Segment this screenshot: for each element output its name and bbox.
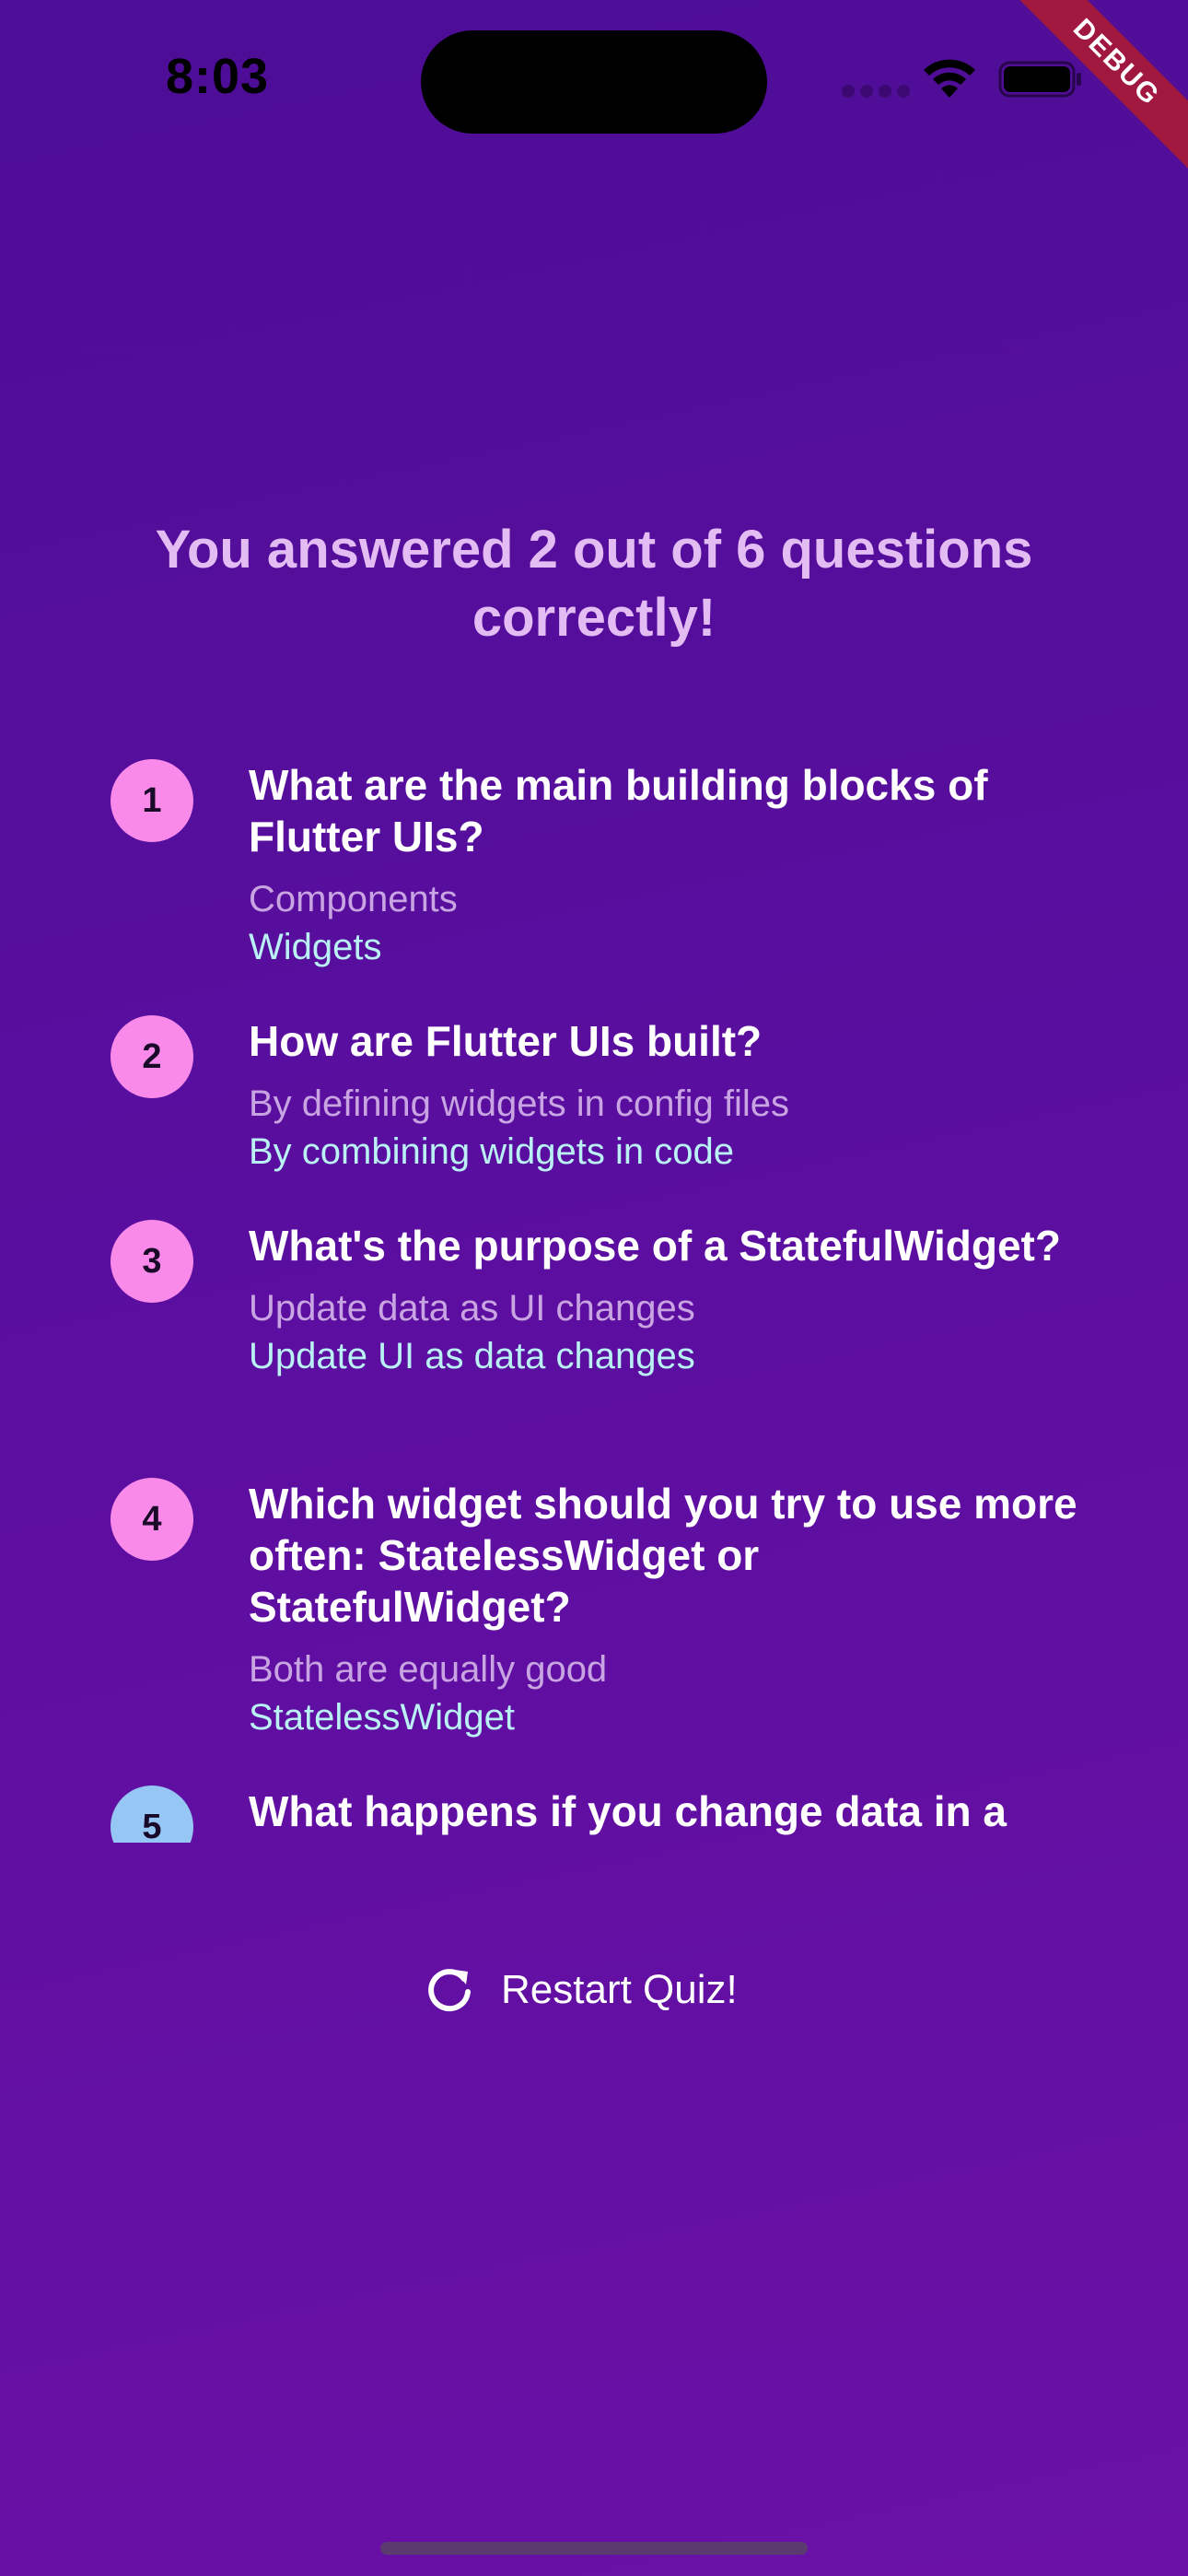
user-answer: By defining widgets in config files bbox=[249, 1083, 789, 1124]
user-answer: Both are equally good bbox=[249, 1649, 608, 1690]
question-index-badge: 1 bbox=[111, 759, 193, 842]
question-summary: What happens if you change data in a bbox=[249, 1786, 1077, 1837]
correct-answer: By combining widgets in code bbox=[249, 1131, 734, 1172]
dynamic-island bbox=[421, 30, 767, 134]
question-text: Which widget should you try to use more … bbox=[249, 1480, 1077, 1631]
restart-quiz-label: Restart Quiz! bbox=[501, 1967, 738, 2012]
question-summary: What are the main building blocks of Flu… bbox=[249, 759, 1077, 971]
correct-answer: StatelessWidget bbox=[249, 1697, 516, 1738]
questions-summary[interactable]: 1 What are the main building blocks of F… bbox=[0, 737, 1188, 1843]
question-index-badge: 5 bbox=[111, 1786, 193, 1843]
question-text: What's the purpose of a StatefulWidget? bbox=[249, 1222, 1061, 1270]
question-summary: Which widget should you try to use more … bbox=[249, 1478, 1077, 1741]
user-answer: Components bbox=[249, 879, 458, 919]
debug-banner-label: DEBUG bbox=[1007, 0, 1188, 171]
question-summary: How are Flutter UIs built? By defining w… bbox=[249, 1015, 1077, 1176]
question-summary: What's the purpose of a StatefulWidget? … bbox=[249, 1220, 1077, 1380]
question-index-badge: 2 bbox=[111, 1015, 193, 1098]
wifi-icon bbox=[924, 59, 975, 98]
question-index-badge: 3 bbox=[111, 1220, 193, 1303]
correct-answer: Widgets bbox=[249, 927, 382, 967]
user-answer: Update data as UI changes bbox=[249, 1288, 695, 1329]
debug-banner: DEBUG bbox=[1004, 0, 1188, 184]
question-text: What are the main building blocks of Flu… bbox=[249, 761, 988, 861]
restart-quiz-button[interactable]: Restart Quiz! bbox=[424, 1953, 738, 2027]
question-text: How are Flutter UIs built? bbox=[249, 1017, 763, 1065]
cellular-icon bbox=[842, 85, 910, 98]
home-indicator[interactable] bbox=[380, 2542, 808, 2555]
correct-answer: Update UI as data changes bbox=[249, 1336, 695, 1376]
status-time: 8:03 bbox=[166, 49, 270, 104]
results-title: You answered 2 out of 6 questions correc… bbox=[155, 520, 1033, 648]
refresh-icon bbox=[428, 1969, 471, 2012]
question-index-badge: 4 bbox=[111, 1478, 193, 1561]
question-text: What happens if you change data in a bbox=[249, 1787, 1007, 1835]
